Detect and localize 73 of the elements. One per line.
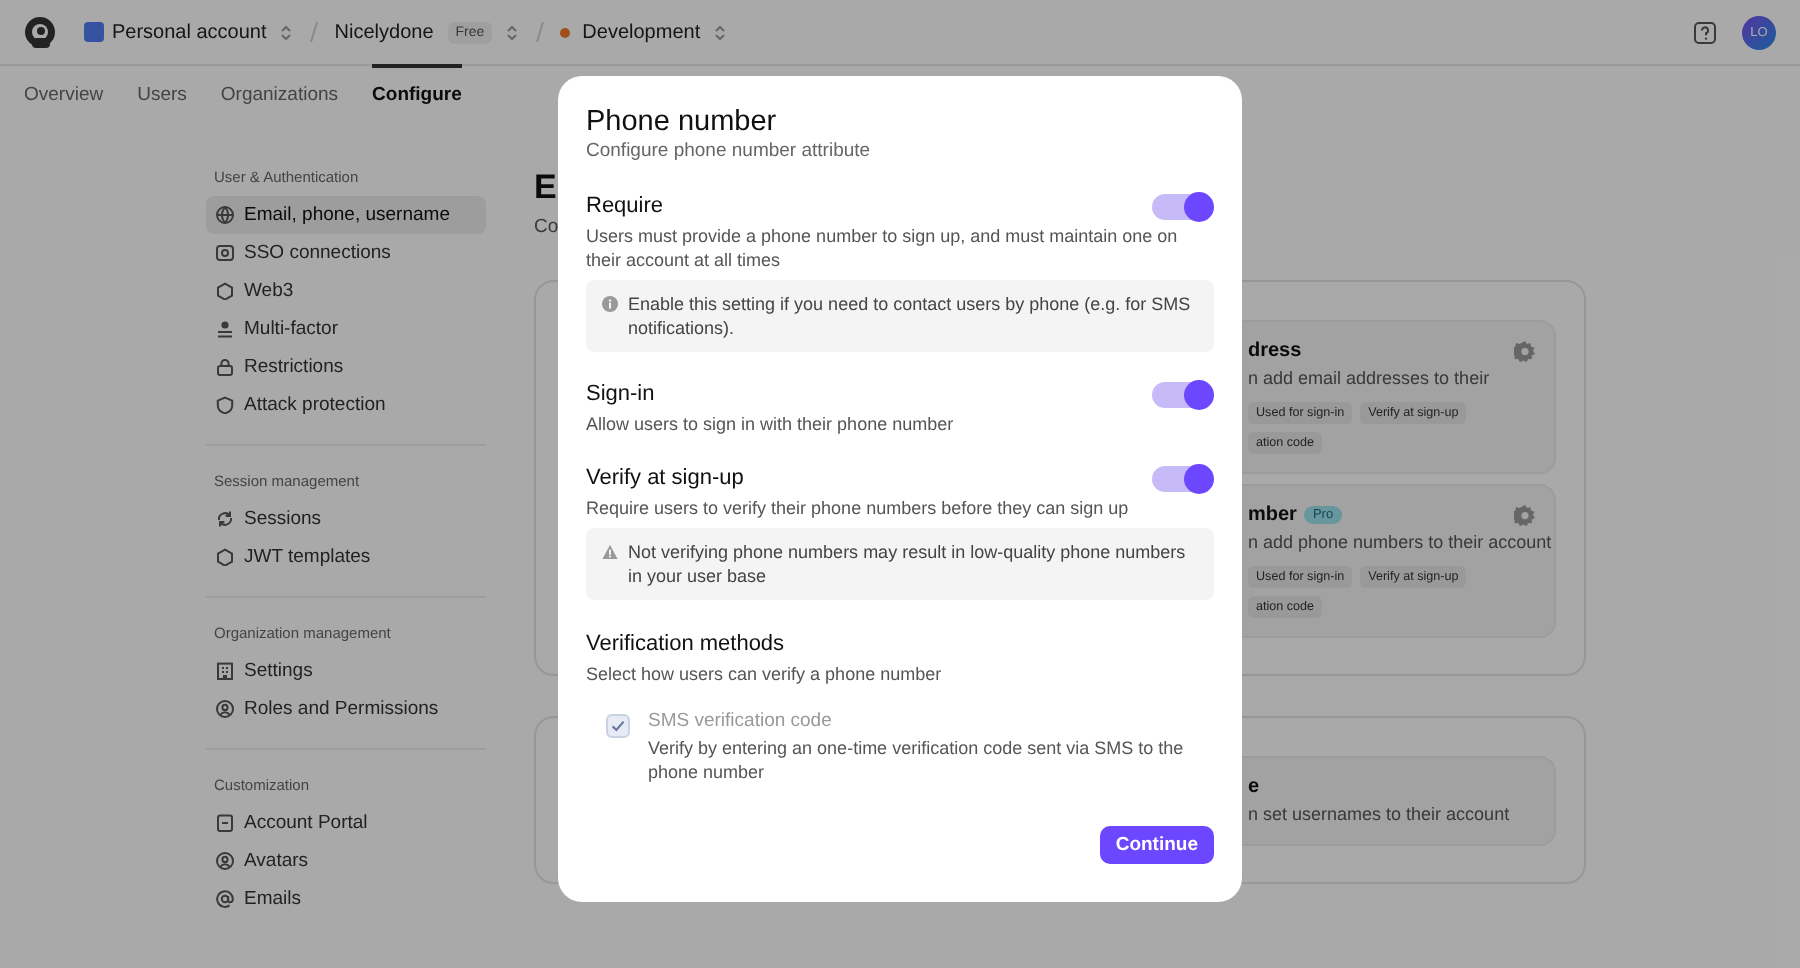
sidebar-item[interactable]: Multi-factor	[206, 310, 486, 348]
setting-title: Sign-in	[586, 382, 655, 406]
image-icon	[216, 244, 234, 262]
chevron-updown-icon[interactable]	[714, 23, 727, 41]
page-title: E	[534, 168, 557, 208]
sidebar-item[interactable]: SSO connections	[206, 234, 486, 272]
check-icon	[610, 718, 626, 734]
refresh-icon	[216, 510, 234, 528]
account-avatar	[84, 22, 104, 42]
hexagon-icon	[216, 282, 234, 300]
settings-icon[interactable]	[1514, 339, 1536, 361]
setting-title: Verify at sign-up	[586, 466, 744, 490]
attribute-description: n set usernames to their account	[1248, 802, 1512, 826]
dialog-title: Phone number	[586, 104, 779, 140]
breadcrumb-switcher[interactable]: Nicelydone	[334, 21, 434, 43]
option-description: Verify by entering an one-time verification code sent via SMS to the phone number	[648, 736, 1186, 784]
warning-icon	[602, 544, 618, 560]
sidebar-item[interactable]: Email, phone, username	[206, 196, 486, 234]
breadcrumb-separator	[536, 20, 545, 44]
setting-description: Allow users to sign in with their phone number	[586, 412, 956, 436]
building-icon	[216, 662, 234, 680]
sidebar-item[interactable]: JWT templates	[206, 538, 486, 576]
help-icon[interactable]	[1694, 21, 1716, 43]
chevron-updown-icon[interactable]	[280, 23, 293, 41]
breadcrumb-separator	[310, 20, 319, 44]
setting-description: Require users to verify their phone numbers before they can sign up	[586, 496, 1131, 520]
attribute-description: n add email addresses to their	[1248, 366, 1492, 390]
attribute-title: e	[1248, 775, 1260, 797]
shield-icon	[216, 396, 234, 414]
page-icon	[216, 814, 234, 832]
setting-title: Require	[586, 194, 664, 218]
sidebar-item[interactable]: Web3	[206, 272, 486, 310]
sidebar-item[interactable]: Attack protection	[206, 386, 486, 424]
user-circle-icon	[216, 852, 234, 870]
note-text: Enable this setting if you need to contact users by phone (e.g. for SMS notifications).	[628, 292, 1193, 340]
attribute-description: n add phone numbers to their account	[1248, 530, 1548, 554]
option-label: SMS verification code	[648, 710, 834, 734]
breadcrumb-switcher[interactable]: Development	[582, 21, 701, 43]
section-title: Verification methods	[586, 632, 785, 656]
status-dot-icon	[560, 27, 571, 37]
page-subtitle: Co	[534, 216, 559, 240]
attribute-title: dress	[1248, 339, 1302, 361]
nav-tab[interactable]: Overview	[24, 64, 104, 122]
nav-tab[interactable]: Organizations	[220, 64, 339, 122]
user-circle-icon	[216, 700, 234, 718]
sidebar-item[interactable]: Sessions	[206, 500, 486, 538]
toggle-switch[interactable]	[1152, 381, 1212, 407]
globe-icon	[216, 206, 234, 224]
dialog-subtitle: Configure phone number attribute	[586, 140, 873, 164]
nav-tab[interactable]: Configure	[372, 64, 462, 122]
chevron-updown-icon[interactable]	[506, 23, 519, 41]
toggle-switch[interactable]	[1152, 193, 1212, 219]
sidebar-item[interactable]: Account Portal	[206, 804, 486, 842]
hexagon-icon	[216, 548, 234, 566]
section-description: Select how users can verify a phone number	[586, 662, 944, 686]
breadcrumb-switcher[interactable]: Personal account	[112, 21, 267, 43]
logo-icon	[24, 15, 56, 49]
nav-tab[interactable]: Users	[137, 64, 187, 122]
at-sign-icon	[216, 890, 234, 908]
sidebar-item[interactable]: Emails	[206, 880, 486, 918]
sidebar-item[interactable]: Settings	[206, 652, 486, 690]
toggle-switch[interactable]	[1152, 465, 1212, 491]
setting-description: Users must provide a phone number to sign up, and must maintain one on their account at all times	[586, 224, 1180, 272]
settings-icon[interactable]	[1514, 503, 1536, 525]
sidebar-item[interactable]: Restrictions	[206, 348, 486, 386]
continue-button[interactable]: Continue	[1099, 826, 1214, 864]
attribute-title: mber	[1248, 503, 1297, 525]
user-icon	[216, 320, 234, 338]
info-icon	[602, 296, 618, 312]
note-text: Not verifying phone numbers may result in low-quality phone numbers in your user base	[628, 540, 1188, 588]
lock-icon	[216, 358, 234, 376]
sidebar-item[interactable]: Roles and Permissions	[206, 690, 486, 728]
sidebar-item[interactable]: Avatars	[206, 842, 486, 880]
